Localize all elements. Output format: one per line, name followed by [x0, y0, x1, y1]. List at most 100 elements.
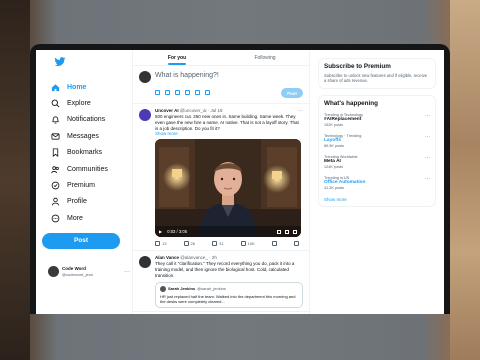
video-frame	[155, 139, 301, 238]
bookmark-button[interactable]	[271, 241, 277, 247]
bookmark-icon	[50, 148, 60, 158]
search-icon	[50, 99, 60, 109]
left-sidebar: Home Explore Notifications Messages Book…	[36, 50, 132, 314]
trend-item[interactable]: Trending in Technology #AIReplacement 15…	[324, 110, 430, 131]
location-icon[interactable]	[205, 90, 210, 95]
image-icon[interactable]	[155, 90, 160, 95]
trends-card: What's happening Trending in Technology …	[318, 94, 436, 207]
compose-input[interactable]: What is happening?!	[155, 72, 219, 79]
emoji-icon[interactable]	[185, 90, 190, 95]
premium-card: Subscribe to Premium Subscribe to unlock…	[318, 58, 436, 89]
more-dots-icon[interactable]: ···	[425, 113, 430, 119]
trend-count: 124K posts	[324, 164, 343, 169]
trend-item[interactable]: Trending Worldwide Meta AI 124K posts ··…	[324, 152, 430, 173]
repost-icon	[183, 241, 189, 247]
tweet-video[interactable]: ▶ 0:03 / 3:05	[155, 139, 301, 238]
tweet[interactable]: Alan Vance @alanvance_ · 2h They call it…	[133, 251, 309, 313]
bookmark-icon	[271, 241, 277, 247]
sidebar-item-label: Explore	[67, 100, 91, 108]
volume-icon[interactable]	[285, 229, 289, 234]
video-controls: ▶ 0:03 / 3:05	[155, 226, 301, 238]
tweet[interactable]: Uncover AI @uncover_ai · Jul 18 ··· 500 …	[133, 104, 309, 252]
quoted-author-handle: @sarah_jenkins	[197, 286, 226, 292]
sidebar-item-label: More	[67, 214, 83, 222]
schedule-icon[interactable]	[195, 90, 200, 95]
avatar[interactable]	[139, 256, 151, 269]
sidebar-item-bookmarks[interactable]: Bookmarks	[50, 145, 132, 161]
x-app-window: Home Explore Notifications Messages Book…	[36, 50, 444, 314]
user-icon	[50, 197, 60, 207]
show-more-link[interactable]: Show more	[155, 131, 303, 136]
more-dots-icon[interactable]: ···	[299, 108, 304, 114]
post-button[interactable]: Post	[42, 232, 120, 249]
trend-count: 41.2K posts	[324, 185, 345, 190]
compose-toolbar	[155, 90, 210, 95]
laptop-frame: Home Explore Notifications Messages Book…	[30, 44, 450, 314]
repost-button[interactable]: 26	[183, 241, 195, 247]
tab-for-you[interactable]: For you	[133, 50, 221, 65]
premium-title: Subscribe to Premium	[324, 63, 391, 70]
sidebar-item-label: Bookmarks	[67, 149, 103, 157]
sidebar-item-profile[interactable]: Profile	[50, 194, 132, 210]
tab-following[interactable]: Following	[221, 50, 309, 65]
tweet-actions: 13 26 31 10K	[155, 237, 303, 247]
play-icon[interactable]: ▶	[159, 229, 162, 234]
like-button[interactable]: 31	[212, 241, 224, 247]
sidebar-item-label: Premium	[67, 182, 96, 190]
heart-icon	[212, 241, 218, 247]
bird-logo-icon[interactable]	[54, 56, 66, 68]
sidebar-item-premium[interactable]: Premium	[50, 177, 132, 193]
share-icon	[293, 241, 299, 247]
timeline-tabs: For you Following	[133, 50, 309, 66]
tweet-author-name[interactable]: Alan Vance	[155, 255, 179, 260]
trends-show-more-link[interactable]: Show more	[324, 197, 430, 202]
sidebar-item-communities[interactable]: Communities	[50, 161, 132, 177]
compose-post-button[interactable]: Post	[281, 88, 303, 98]
account-switcher[interactable]: Code Word @codeword_jeon ···	[48, 266, 130, 277]
avatar[interactable]	[139, 109, 151, 121]
more-dots-icon[interactable]: ···	[425, 134, 430, 140]
mail-icon	[50, 131, 60, 141]
premium-icon	[50, 181, 60, 191]
premium-description: Subscribe to unlock new features and if …	[324, 73, 428, 84]
more-circle-icon	[50, 213, 60, 223]
quoted-tweet[interactable]: Sarah Jenkins @sarah_jenkins HR just rep…	[155, 281, 303, 309]
views-button[interactable]: 10K	[240, 241, 255, 247]
trend-item[interactable]: Trending in US Office Automation 41.2K p…	[324, 173, 430, 194]
sidebar-item-more[interactable]: More	[50, 210, 132, 226]
sidebar-item-notifications[interactable]: Notifications	[50, 112, 132, 128]
views-icon	[240, 241, 246, 247]
trend-count: 152K posts	[324, 122, 343, 127]
trend-item[interactable]: Technology · Trending Layoffs 89.5K post…	[324, 131, 430, 152]
sidebar-item-home[interactable]: Home	[50, 79, 132, 95]
reply-icon	[155, 241, 160, 247]
gif-icon[interactable]	[165, 90, 170, 95]
fullscreen-icon[interactable]	[293, 229, 297, 234]
bell-icon	[50, 115, 60, 125]
home-icon	[50, 82, 60, 92]
share-button[interactable]	[293, 241, 299, 247]
poll-icon[interactable]	[175, 90, 180, 95]
tweet-author-handle: @uncover_ai	[179, 108, 207, 113]
sidebar-item-label: Profile	[67, 198, 87, 206]
tweet-author-name[interactable]: Uncover AI	[155, 108, 179, 113]
sidebar-item-label: Notifications	[67, 116, 106, 124]
right-sidebar: Subscribe to Premium Subscribe to unlock…	[310, 50, 444, 314]
subtitles-icon[interactable]	[277, 229, 281, 234]
sidebar-item-messages[interactable]: Messages	[50, 128, 132, 144]
avatar	[139, 71, 151, 83]
tweet-time: Jul 18	[210, 108, 223, 113]
video-time: 0:03 / 3:05	[167, 229, 188, 235]
tweet-time: 2h	[211, 255, 217, 261]
trend-count: 89.5K posts	[324, 143, 345, 148]
more-dots-icon[interactable]: ···	[124, 269, 130, 275]
trends-title: What's happening	[324, 99, 378, 107]
account-handle: @codeword_jeon	[62, 271, 94, 277]
sidebar-item-label: Communities	[67, 165, 108, 173]
timeline: For you Following What is happening?! Po…	[132, 50, 310, 314]
reply-button[interactable]: 13	[155, 241, 166, 247]
more-dots-icon[interactable]: ···	[425, 155, 430, 161]
tweet-text: They call it "clarification." They recor…	[155, 261, 295, 278]
more-dots-icon[interactable]: ···	[425, 176, 430, 182]
sidebar-item-explore[interactable]: Explore	[50, 95, 132, 111]
